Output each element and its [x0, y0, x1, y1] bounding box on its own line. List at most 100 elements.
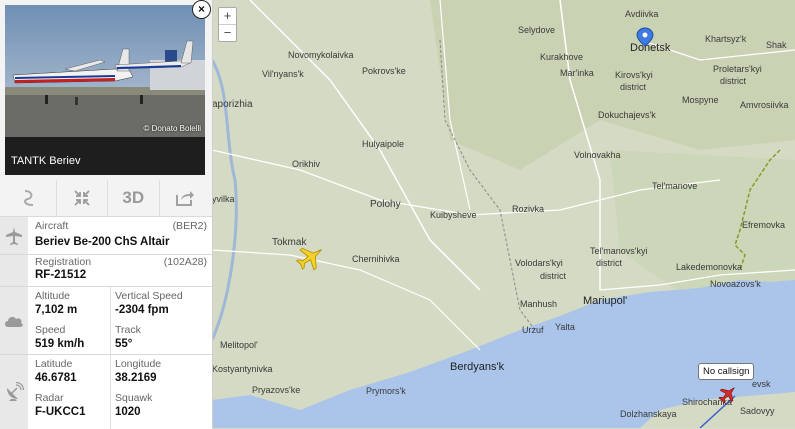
aircraft-section-icon-wrap [0, 217, 28, 255]
track-value: 55° [115, 338, 133, 350]
label-orikhiv: Orikhiv [292, 159, 321, 169]
photo-credit: © Donato Bolelli [143, 124, 201, 133]
label-donetsk: Donetsk [630, 42, 671, 54]
cloud-icon [5, 316, 23, 327]
vertical-speed-label: Vertical Speed [115, 290, 183, 302]
label-yevsk: evsk [752, 379, 771, 389]
squawk-label: Squawk [115, 392, 153, 404]
label-sadovyy: Sadovyy [740, 406, 775, 416]
label-hulyaipole: Hulyaipole [362, 139, 404, 149]
label-melitopol: Melitopol' [220, 340, 258, 350]
label-tokmak: Tokmak [272, 237, 307, 248]
close-panel-button[interactable]: × [192, 0, 211, 19]
panel-toolbar: 3D [5, 180, 210, 216]
label-novoazovsk: Novoazovs'k [710, 279, 761, 289]
route-icon [24, 190, 34, 206]
label-dokuchaievsk: Dokuchajevs'k [598, 110, 656, 120]
label-efremovka: Efremovka [742, 220, 785, 230]
label-district-4: district [596, 258, 623, 268]
aircraft-photo-card: © Donato Bolelli TANTK Beriev [5, 5, 205, 175]
fullscreen-button[interactable] [57, 180, 108, 216]
aircraft-photo-image [5, 5, 205, 137]
speed-altitude-section: Altitude 7,102 m Vertical Speed -2304 fp… [0, 286, 212, 355]
vertical-speed-value: -2304 fpm [115, 304, 169, 316]
squawk-value: 1020 [115, 406, 141, 418]
label-kirovskyi: Kirovs'kyi [615, 70, 653, 80]
aircraft-tooltip: No callsign [698, 363, 755, 380]
registration-label: Registration [35, 256, 92, 268]
label-yalta: Yalta [555, 322, 575, 332]
aircraft-photo[interactable] [5, 5, 205, 137]
radar-value: F-UKCC1 [35, 406, 86, 418]
label-pryazovske: Pryazovs'ke [252, 385, 300, 395]
aircraft-section: Aircraft (BER2) Beriev Be-200 ChS Altair [0, 216, 212, 255]
label-khartsyzk: Khartsyz'k [705, 34, 747, 44]
zoom-out-button[interactable]: − [219, 25, 236, 41]
weather-section-icon-wrap [0, 287, 28, 355]
aircraft-value: Beriev Be-200 ChS Altair [35, 236, 170, 248]
altitude-label: Altitude [35, 290, 71, 302]
registration-section: Registration (102A28) RF-21512 [0, 254, 212, 287]
label-urzuf: Urzuf [522, 325, 544, 335]
label-vilnyansk: Vil'nyans'k [262, 69, 304, 79]
label-yvilka: yvilka [212, 194, 235, 204]
label-kostyantynivka: Kostyantynivka [212, 364, 273, 374]
longitude-label: Longitude [115, 358, 162, 370]
registration-value: RF-21512 [35, 269, 87, 281]
speed-value: 519 km/h [35, 338, 85, 350]
label-avdiivka: Avdiivka [625, 9, 658, 19]
label-proletarskyi: Proletars'kyi [713, 64, 762, 74]
radar-label: Radar [35, 392, 64, 404]
label-shak: Shak [766, 40, 787, 50]
label-novomykolaivka: Novomykolaivka [288, 50, 354, 60]
label-manhush: Manhush [520, 299, 557, 309]
label-lakedemonovka: Lakedemonovka [676, 262, 742, 272]
label-kuibysheve: Kuibysheve [430, 210, 477, 220]
position-section: Latitude 46.6781 Longitude 38.2169 Radar… [0, 354, 212, 429]
show-route-button[interactable] [5, 180, 57, 216]
column-divider [110, 355, 111, 429]
label-prymorsk: Prymors'k [366, 386, 406, 396]
satellite-dish-icon [7, 382, 24, 401]
fullscreen-icon [74, 190, 90, 206]
track-label: Track [115, 324, 141, 336]
registration-mode-s-code: (102A28) [163, 256, 207, 268]
label-rozivka: Rozivka [512, 204, 544, 214]
zoom-in-button[interactable]: + [219, 8, 236, 25]
label-chernihivka: Chernihivka [352, 254, 400, 264]
label-aporizhia: aporizhia [212, 99, 253, 110]
latitude-value: 46.6781 [35, 372, 77, 384]
label-volnovakha: Volnovakha [574, 150, 621, 160]
share-button[interactable] [160, 180, 211, 216]
altitude-value: 7,102 m [35, 304, 78, 316]
label-mospyne: Mospyne [682, 95, 719, 105]
aircraft-type-code: (BER2) [172, 220, 207, 232]
aircraft-label: Aircraft [35, 220, 69, 232]
zoom-control: + − [218, 7, 237, 42]
registration-section-icon-wrap [0, 255, 28, 287]
plane-icon [6, 227, 22, 245]
label-kurakhove: Kurakhove [540, 52, 583, 62]
label-pokrovske: Pokrovs'ke [362, 66, 406, 76]
label-district-2: district [720, 76, 747, 86]
label-volodarskyi: Volodars'kyi [515, 258, 563, 268]
label-selydove: Selydove [518, 25, 555, 35]
aircraft-operator-name: TANTK Beriev [11, 155, 81, 167]
3d-view-button[interactable]: 3D [108, 180, 160, 216]
label-mariupol: Mariupol' [583, 295, 627, 307]
label-district-1: district [620, 82, 647, 92]
speed-label: Speed [35, 324, 66, 336]
label-telmanovskyi: Tel'manovs'kyi [590, 246, 647, 256]
label-dolzhanskaya: Dolzhanskaya [620, 409, 677, 419]
latitude-label: Latitude [35, 358, 73, 370]
column-divider [110, 287, 111, 355]
label-polohy: Polohy [370, 199, 401, 210]
longitude-value: 38.2169 [115, 372, 157, 384]
share-icon [175, 191, 194, 206]
label-berdyansk: Berdyans'k [450, 361, 505, 373]
label-telmanove: Tel'manove [652, 181, 697, 191]
position-section-icon-wrap [0, 355, 28, 429]
flight-info-panel: © Donato Bolelli TANTK Beriev × 3D Aircr… [0, 0, 213, 429]
label-district-3: district [540, 271, 567, 281]
label-marinka: Mar'inka [560, 68, 594, 78]
